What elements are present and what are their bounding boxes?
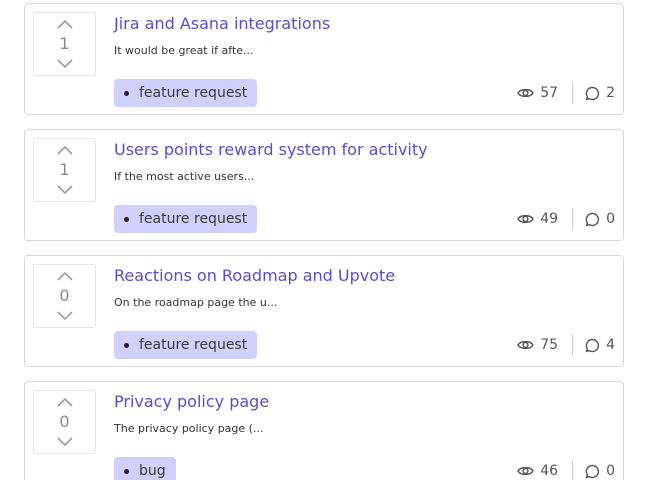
chevron-down-icon[interactable]: [56, 184, 74, 196]
comment-bubble-icon: [585, 212, 600, 226]
comments-count: 4: [606, 337, 615, 353]
eye-icon: [517, 88, 535, 98]
tag-label: feature request: [139, 337, 248, 353]
vote-count: 1: [59, 34, 70, 53]
post-card: 0 Reactions on Roadmap and Upvote On the…: [24, 255, 624, 367]
chevron-up-icon[interactable]: [56, 396, 74, 408]
post-stats: 75 4: [517, 333, 615, 357]
stats-divider: [572, 82, 574, 104]
comments-stat[interactable]: 0: [585, 211, 615, 227]
comment-bubble-icon: [585, 338, 600, 352]
comment-bubble-icon: [585, 464, 600, 478]
views-count: 49: [540, 211, 559, 227]
views-stat: 75: [517, 337, 558, 353]
vote-widget: 1: [33, 138, 96, 202]
tag-dot-icon: [124, 468, 129, 474]
tag-label: feature request: [139, 211, 248, 227]
post-stats: 57 2: [517, 81, 615, 105]
vote-widget: 0: [33, 390, 96, 454]
post-excerpt: On the roadmap page the u...: [114, 296, 278, 309]
post-title[interactable]: Reactions on Roadmap and Upvote: [114, 265, 395, 287]
post-stats: 49 0: [517, 207, 615, 231]
chevron-up-icon[interactable]: [56, 18, 74, 30]
comments-count: 0: [606, 211, 615, 227]
tag-label: bug: [139, 463, 166, 479]
vote-widget: 1: [33, 12, 96, 76]
tag-badge[interactable]: bug: [114, 457, 176, 480]
comments-count: 2: [606, 85, 615, 101]
vote-count: 0: [59, 412, 70, 431]
comments-stat[interactable]: 4: [585, 337, 615, 353]
tag-dot-icon: [124, 216, 129, 222]
comment-bubble-icon: [585, 86, 600, 100]
tag-badge[interactable]: feature request: [114, 79, 258, 107]
post-excerpt: It would be great if afte...: [114, 44, 254, 57]
vote-widget: 0: [33, 264, 96, 328]
chevron-up-icon[interactable]: [56, 270, 74, 282]
vote-count: 1: [59, 160, 70, 179]
post-card: 1 Users points reward system for activit…: [24, 129, 624, 241]
post-excerpt: If the most active users...: [114, 170, 255, 183]
views-count: 57: [540, 85, 559, 101]
post-stats: 46 0: [517, 459, 615, 480]
stats-divider: [572, 460, 574, 480]
chevron-down-icon[interactable]: [56, 436, 74, 448]
views-stat: 57: [517, 85, 558, 101]
eye-icon: [517, 466, 535, 476]
post-card: 0 Privacy policy page The privacy policy…: [24, 381, 624, 480]
chevron-down-icon[interactable]: [56, 310, 74, 322]
views-stat: 46: [517, 463, 558, 479]
comments-stat[interactable]: 2: [585, 85, 615, 101]
chevron-down-icon[interactable]: [56, 58, 74, 70]
post-title[interactable]: Jira and Asana integrations: [114, 13, 330, 35]
chevron-up-icon[interactable]: [56, 144, 74, 156]
comments-stat[interactable]: 0: [585, 463, 615, 479]
post-title[interactable]: Users points reward system for activity: [114, 139, 428, 161]
tag-badge[interactable]: feature request: [114, 205, 258, 233]
stats-divider: [572, 208, 574, 230]
post-excerpt: The privacy policy page (...: [114, 422, 264, 435]
views-stat: 49: [517, 211, 558, 227]
eye-icon: [517, 214, 535, 224]
comments-count: 0: [606, 463, 615, 479]
post-list: 1 Jira and Asana integrations It would b…: [0, 0, 650, 480]
views-count: 75: [540, 337, 559, 353]
tag-dot-icon: [124, 90, 129, 96]
tag-dot-icon: [124, 342, 129, 348]
views-count: 46: [540, 463, 559, 479]
vote-count: 0: [59, 286, 70, 305]
stats-divider: [572, 334, 574, 356]
post-card: 1 Jira and Asana integrations It would b…: [24, 3, 624, 115]
post-title[interactable]: Privacy policy page: [114, 391, 269, 413]
eye-icon: [517, 340, 535, 350]
tag-badge[interactable]: feature request: [114, 331, 258, 359]
tag-label: feature request: [139, 85, 248, 101]
